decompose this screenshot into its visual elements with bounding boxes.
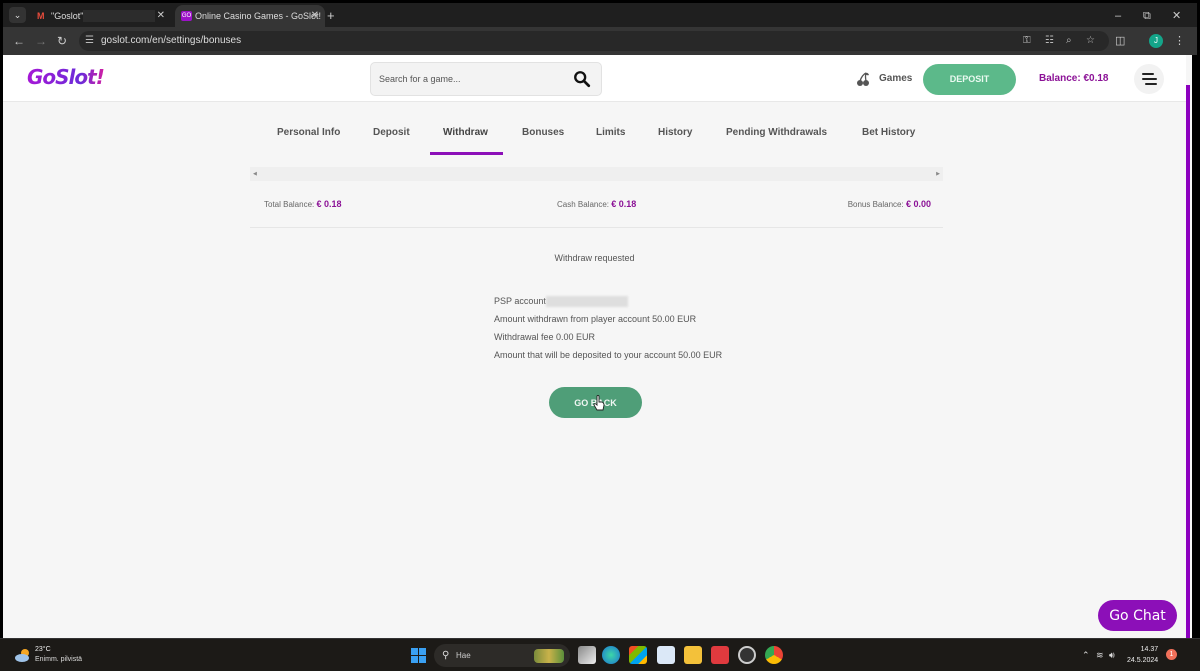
browser-tab-gmail[interactable]: M "Goslot" ✕ <box>31 5 171 27</box>
close-tab-icon[interactable]: ✕ <box>311 5 319 27</box>
taskbar-search-label: Hae <box>456 651 471 660</box>
tab-scrollbar[interactable]: ◀ ▶ <box>250 167 943 181</box>
bookmark-star-icon[interactable]: ☆ <box>1086 31 1095 51</box>
cash-balance: Cash Balance: € 0.18 <box>557 199 636 209</box>
tab-title: Online Casino Games - GoSlot! <box>195 11 322 21</box>
search-input[interactable] <box>379 63 569 95</box>
windows-start-icon[interactable] <box>411 648 426 663</box>
password-key-icon[interactable]: ⚿ <box>1023 31 1031 51</box>
extensions-icon[interactable]: ◫ <box>1115 32 1125 50</box>
tab-bet-history[interactable]: Bet History <box>862 127 915 138</box>
browser-tab-bar: ⌄ M "Goslot" ✕ GO Online Casino Games - … <box>3 3 1197 27</box>
header-balance: Balance: €0.18 <box>1039 73 1109 84</box>
scroll-right-icon[interactable]: ▶ <box>936 167 940 181</box>
goslot-logo[interactable]: GoSlot! <box>27 65 105 89</box>
store-icon[interactable] <box>629 646 647 664</box>
browser-tab-goslot[interactable]: GO Online Casino Games - GoSlot! ✕ <box>175 5 325 27</box>
redacted-account <box>545 296 628 308</box>
site-info-icon[interactable]: ☰ <box>85 33 94 49</box>
site-header: GoSlot! Games DEPOSIT Balance: €0.18 <box>3 55 1186 102</box>
clock-date: 24.5.2024 <box>1127 657 1159 664</box>
minimize-button[interactable]: – <box>1115 5 1121 27</box>
tab-bonuses[interactable]: Bonuses <box>522 127 564 138</box>
notification-badge[interactable]: 1 <box>1166 649 1177 660</box>
task-view-icon[interactable] <box>578 646 596 664</box>
translate-icon[interactable]: ☷ <box>1045 31 1054 51</box>
cash-balance-label: Cash Balance: <box>557 200 610 209</box>
zoom-icon[interactable]: ⌕ <box>1066 31 1072 51</box>
close-tab-icon[interactable]: ✕ <box>157 5 165 27</box>
hamburger-menu-icon[interactable] <box>1134 64 1164 94</box>
withdraw-status: Withdraw requested <box>554 253 635 263</box>
tab-withdraw[interactable]: Withdraw <box>443 127 488 138</box>
tab-deposit[interactable]: Deposit <box>373 127 410 138</box>
search-icon[interactable] <box>573 70 591 88</box>
restore-button[interactable]: ⧉ <box>1143 5 1151 27</box>
games-label: Games <box>879 73 913 84</box>
weather-temp: 23°C <box>35 646 51 653</box>
show-hidden-icons[interactable]: ⌃ <box>1082 639 1090 671</box>
amount-deposited: Amount that will be deposited to your ac… <box>494 350 723 360</box>
system-clock[interactable]: 14.37 24.5.2024 <box>1127 644 1158 666</box>
file-explorer-icon[interactable] <box>684 646 702 664</box>
profile-avatar[interactable]: J <box>1149 34 1163 48</box>
total-balance: Total Balance: € 0.18 <box>264 199 342 209</box>
game-search <box>370 62 602 96</box>
goslot-favicon: GO <box>181 11 192 21</box>
tab-search-button[interactable]: ⌄ <box>9 7 26 23</box>
tab-history[interactable]: History <box>658 127 692 138</box>
settings-tabs: Personal Info Deposit Withdraw Bonuses L… <box>3 102 1186 157</box>
withdraw-details: PSP account Amount withdrawn from player… <box>494 292 722 364</box>
search-highlight-image <box>534 649 564 663</box>
browser-toolbar: ← → ↻ ☰ goslot.com/en/settings/bonuses ⚿… <box>3 27 1197 55</box>
close-window-button[interactable]: ✕ <box>1172 5 1181 27</box>
edge-icon[interactable] <box>602 646 620 664</box>
chrome-icon[interactable] <box>765 646 783 664</box>
tab-limits[interactable]: Limits <box>596 127 625 138</box>
total-balance-value: € 0.18 <box>316 199 342 209</box>
go-chat-button[interactable]: Go Chat <box>1098 600 1177 631</box>
amount-withdrawn: Amount withdrawn from player account 50.… <box>494 314 697 324</box>
bonus-balance: Bonus Balance: € 0.00 <box>848 199 931 209</box>
active-tab-indicator <box>430 152 503 155</box>
volume-icon[interactable]: 🔊︎ <box>1109 639 1115 671</box>
windows-taskbar: 23°C Enimm. pilvistä ⚲ Hae ⌃ ≋ 🔊︎ 14.37 … <box>0 638 1200 671</box>
document-icon[interactable] <box>657 646 675 664</box>
weather-cloud-icon <box>15 649 29 662</box>
wifi-icon[interactable]: ≋ <box>1096 639 1104 671</box>
new-tab-button[interactable]: + <box>327 5 335 27</box>
deposit-button[interactable]: DEPOSIT <box>923 64 1016 95</box>
cherry-icon <box>857 72 869 86</box>
address-bar[interactable]: ☰ goslot.com/en/settings/bonuses ⚿ ☷ ⌕ ☆ <box>79 31 1109 51</box>
psp-account-label: PSP account <box>494 296 546 306</box>
gmail-icon: M <box>37 11 45 21</box>
page-content: GoSlot! Games DEPOSIT Balance: €0.18 <box>3 55 1186 638</box>
balance-summary: Total Balance: € 0.18 Cash Balance: € 0.… <box>250 181 943 228</box>
more-menu-icon[interactable]: ⋮ <box>1174 32 1185 50</box>
obs-icon[interactable] <box>738 646 756 664</box>
total-balance-label: Total Balance: <box>264 200 315 209</box>
tab-pending-withdrawals[interactable]: Pending Withdrawals <box>726 127 827 138</box>
search-icon: ⚲ <box>442 650 450 661</box>
forward-arrow-icon[interactable]: → <box>35 32 47 50</box>
tab-title: "Goslot" <box>51 11 84 21</box>
bonus-balance-label: Bonus Balance: <box>847 200 904 209</box>
back-arrow-icon[interactable]: ← <box>13 32 25 50</box>
vivaldi-icon[interactable] <box>711 646 729 664</box>
scroll-left-icon[interactable]: ◀ <box>253 167 257 181</box>
clock-time: 14.37 <box>1140 646 1159 653</box>
weather-desc: Enimm. pilvistä <box>35 656 83 663</box>
redacted-text <box>83 10 155 22</box>
hand-cursor-icon <box>593 395 605 411</box>
weather-widget[interactable]: 23°C Enimm. pilvistä <box>14 645 114 667</box>
bonus-balance-value: € 0.00 <box>905 199 931 209</box>
cash-balance-value: € 0.18 <box>611 199 637 209</box>
taskbar-search[interactable]: ⚲ Hae <box>434 644 570 667</box>
psp-account-row: PSP account <box>494 292 722 310</box>
withdrawal-fee: Withdrawal fee 0.00 EUR <box>494 332 596 342</box>
url-text[interactable]: goslot.com/en/settings/bonuses <box>101 31 241 51</box>
page-scrollbar-thumb[interactable] <box>1186 85 1190 638</box>
tab-personal-info[interactable]: Personal Info <box>277 127 340 138</box>
reload-icon[interactable]: ↻ <box>57 32 67 50</box>
